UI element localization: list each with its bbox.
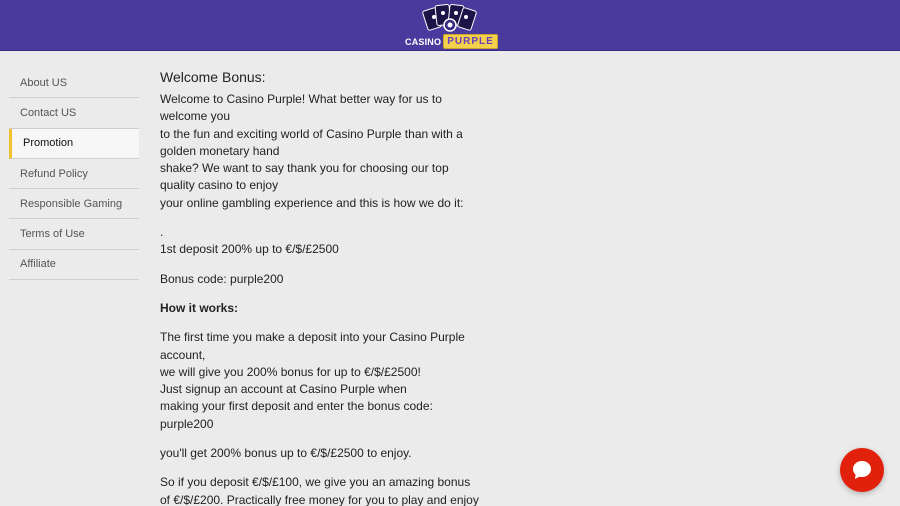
sidebar-item-label: Promotion [23, 137, 74, 150]
sidebar-item-affiliate[interactable]: Affiliate [9, 250, 139, 281]
sidebar-item-label: Refund Policy [20, 167, 88, 180]
promotion-content: Welcome Bonus: Welcome to Casino Purple!… [160, 68, 480, 506]
playing-cards-icon [422, 4, 477, 32]
sidebar-item-terms-of-use[interactable]: Terms of Use [9, 219, 139, 250]
sidebar-item-about-us[interactable]: About US [9, 68, 139, 99]
sidebar-item-responsible-gaming[interactable]: Responsible Gaming [9, 189, 139, 220]
intro-line-3: shake? We want to say thank you for choo… [160, 161, 449, 193]
site-header: CASINO PURPLE [0, 0, 900, 51]
sidebar-item-promotion[interactable]: Promotion [9, 128, 139, 159]
intro-line-1: Welcome to Casino Purple! What better wa… [160, 92, 442, 124]
how-line-2: we will give you 200% bonus for up to €/… [160, 364, 421, 379]
sidebar-item-label: Contact US [20, 106, 77, 119]
sidebar-item-refund-policy[interactable]: Refund Policy [9, 159, 139, 190]
intro-line-2: to the fun and exciting world of Casino … [160, 126, 463, 158]
sidebar-item-contact-us[interactable]: Contact US [9, 98, 139, 129]
separator-dot: . [160, 225, 164, 240]
sidebar-item-label: About US [20, 76, 68, 89]
intro-line-4: your online gambling experience and this… [160, 195, 464, 210]
page-title: Welcome Bonus: [160, 69, 266, 85]
sidebar-nav: About US Contact US Promotion Refund Pol… [9, 68, 139, 281]
bonus-example: So if you deposit €/$/£100, we give you … [160, 475, 479, 506]
logo-wordmark: CASINO PURPLE [405, 34, 498, 49]
chat-bubble-icon [853, 461, 871, 479]
how-line-4: making your first deposit and enter the … [160, 399, 433, 431]
logo-word-purple: PURPLE [443, 34, 498, 49]
sidebar-item-label: Terms of Use [20, 228, 85, 241]
deposit-offer: 1st deposit 200% up to €/$/£2500 [160, 242, 339, 257]
how-line-3: Just signup an account at Casino Purple … [160, 382, 407, 397]
sidebar-item-label: Responsible Gaming [20, 197, 123, 210]
casino-purple-logo[interactable]: CASINO PURPLE [405, 3, 498, 49]
how-it-works-heading: How it works: [160, 300, 239, 315]
bonus-summary: you'll get 200% bonus up to €/$/£2500 to… [160, 446, 412, 461]
how-line-1: The first time you make a deposit into y… [160, 330, 465, 362]
bonus-code: Bonus code: purple200 [160, 271, 284, 286]
live-chat-button[interactable] [840, 448, 884, 492]
logo-word-casino: CASINO [405, 36, 442, 47]
sidebar-item-label: Affiliate [20, 258, 56, 271]
